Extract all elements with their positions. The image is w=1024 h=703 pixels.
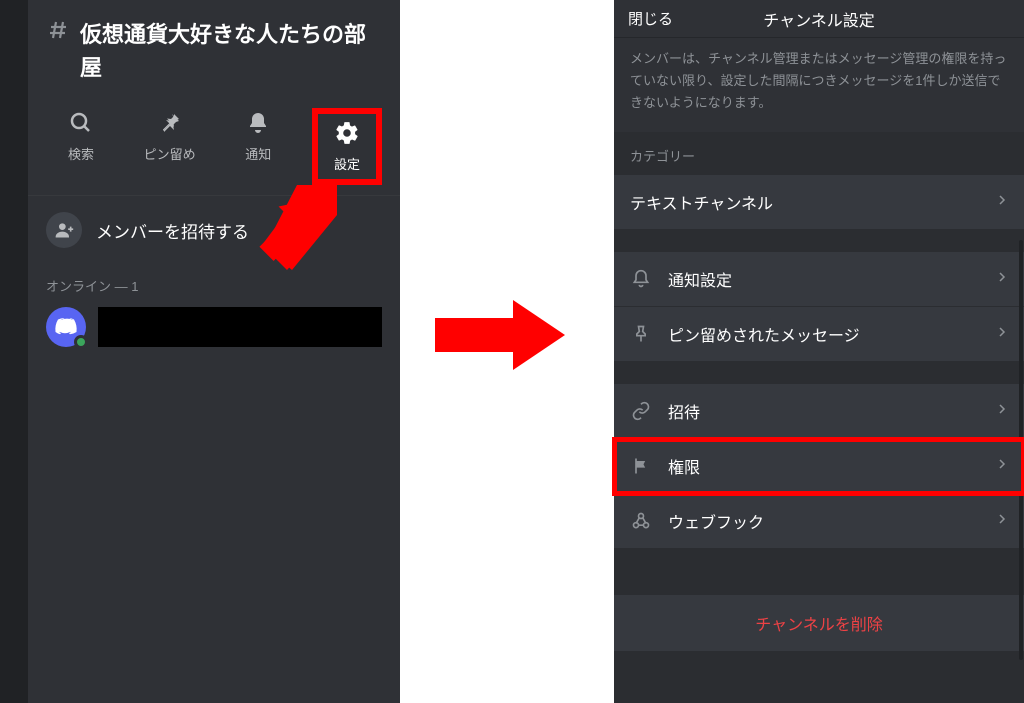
bell-icon [243, 108, 273, 138]
delete-channel-row[interactable]: チャンネルを削除 [614, 595, 1024, 651]
channel-title-row: 仮想通貨大好きな人たちの部屋 [28, 0, 400, 102]
row-text-channel-label: テキストチャンネル [630, 190, 980, 214]
settings-description: メンバーは、チャンネル管理またはメッセージ管理の権限を持っていない限り、設定した… [614, 38, 1024, 132]
channel-panel: 仮想通貨大好きな人たちの部屋 検索 ピン留め 通知 [28, 0, 400, 703]
annotation-arrow-middle [435, 300, 565, 370]
pin-action[interactable]: ピン留め [135, 108, 205, 185]
bell-outline-icon [630, 269, 652, 289]
presence-online-icon [74, 335, 88, 349]
row-invite[interactable]: 招待 [614, 384, 1024, 439]
settings-label: 設定 [334, 154, 360, 173]
channel-settings-panel: 閉じる チャンネル設定 メンバーは、チャンネル管理またはメッセージ管理の権限を持… [614, 0, 1024, 703]
row-notify-label: 通知設定 [668, 267, 980, 291]
flag-icon [630, 456, 652, 476]
notify-label: 通知 [245, 144, 271, 163]
settings-title: チャンネル設定 [763, 7, 875, 31]
search-icon [66, 108, 96, 138]
chevron-right-icon [996, 193, 1008, 211]
row-webhook[interactable]: ウェブフック [614, 494, 1024, 549]
chevron-right-icon [996, 457, 1008, 475]
row-pinned-messages[interactable]: ピン留めされたメッセージ [614, 307, 1024, 362]
row-permissions-label: 権限 [668, 454, 980, 478]
server-rail [0, 0, 28, 703]
member-name-redacted [98, 307, 382, 347]
channel-sidebar: 仮想通貨大好きな人たちの部屋 検索 ピン留め 通知 [0, 0, 400, 703]
invite-label: メンバーを招待する [96, 218, 249, 243]
pin-icon [155, 108, 185, 138]
row-invite-label: 招待 [668, 399, 980, 423]
channel-actions: 検索 ピン留め 通知 設定 [28, 102, 400, 195]
channel-name: 仮想通貨大好きな人たちの部屋 [80, 18, 382, 84]
annotation-arrow-settings [247, 185, 337, 265]
settings-header: 閉じる チャンネル設定 [614, 0, 1024, 38]
add-user-icon [46, 212, 82, 248]
invite-members-row[interactable]: メンバーを招待する [28, 195, 400, 264]
online-count: オンライン — 1 [28, 264, 400, 301]
chevron-right-icon [996, 402, 1008, 420]
chevron-right-icon [996, 270, 1008, 288]
row-notify-settings[interactable]: 通知設定 [614, 252, 1024, 307]
discord-avatar-icon [46, 307, 86, 347]
close-button[interactable]: 閉じる [628, 8, 673, 29]
search-action[interactable]: 検索 [46, 108, 116, 185]
search-label: 検索 [68, 144, 94, 163]
link-icon [630, 401, 652, 421]
row-text-channel[interactable]: テキストチャンネル [614, 175, 1024, 230]
chevron-right-icon [996, 325, 1008, 343]
row-permissions[interactable]: 権限 [614, 439, 1024, 494]
category-label: カテゴリー [614, 132, 1024, 175]
chevron-right-icon [996, 512, 1008, 530]
pin-label: ピン留め [144, 144, 196, 163]
notify-action[interactable]: 通知 [223, 108, 293, 185]
member-row[interactable] [28, 301, 400, 353]
pin-outline-icon [630, 324, 652, 344]
row-pinned-label: ピン留めされたメッセージ [668, 322, 980, 346]
delete-channel-label: チャンネルを削除 [755, 611, 883, 635]
webhook-icon [630, 511, 652, 531]
row-webhook-label: ウェブフック [668, 509, 980, 533]
settings-action[interactable]: 設定 [312, 108, 382, 185]
hash-icon [46, 18, 70, 47]
gear-icon [332, 118, 362, 148]
